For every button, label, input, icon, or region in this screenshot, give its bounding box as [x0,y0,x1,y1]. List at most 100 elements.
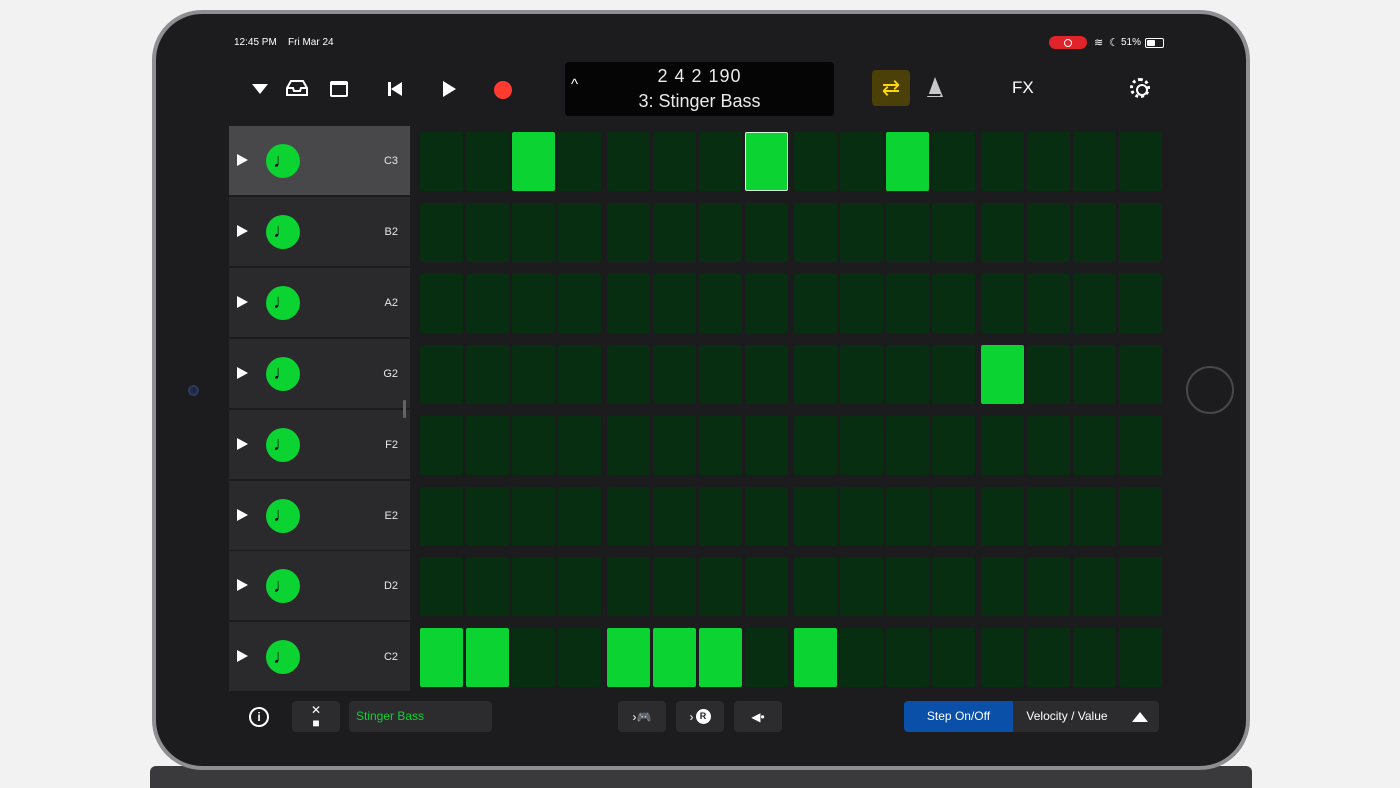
step-cell[interactable] [840,486,883,546]
step-cell[interactable] [653,415,696,475]
view-toggle-button[interactable] [329,80,349,98]
step-cell[interactable] [466,132,509,191]
fx-button[interactable]: FX [1012,78,1034,98]
step-cell[interactable] [794,628,837,688]
step-cell[interactable] [1073,202,1116,262]
step-cell[interactable] [886,628,929,688]
step-cell[interactable] [981,415,1024,475]
note-icon[interactable]: ♩ [266,569,300,604]
track-name-field[interactable]: Stinger Bass [349,701,492,732]
track-row[interactable]: ♩ E2 [229,480,410,551]
step-cell[interactable] [981,202,1024,262]
home-button[interactable] [1186,366,1234,414]
note-icon[interactable]: ♩ [266,640,300,675]
step-cell[interactable] [653,344,696,404]
note-icon[interactable]: ♩ [266,498,300,533]
step-cell[interactable] [840,202,883,262]
play-button[interactable] [441,80,457,98]
step-cell[interactable] [558,415,601,475]
step-cell[interactable] [745,202,788,262]
go-to-beginning-button[interactable] [386,80,404,98]
step-cell[interactable] [932,415,975,475]
step-cell[interactable] [886,415,929,475]
step-cell[interactable] [653,273,696,333]
step-cell[interactable] [1027,344,1070,404]
step-cell[interactable] [653,486,696,546]
step-cell[interactable] [1073,273,1116,333]
step-cell[interactable] [886,132,929,191]
step-cell[interactable] [794,273,837,333]
step-cell[interactable] [794,486,837,546]
step-cell[interactable] [794,344,837,404]
step-cell[interactable] [745,557,788,617]
step-cell[interactable] [607,557,650,617]
step-cell[interactable] [840,344,883,404]
step-cell[interactable] [932,557,975,617]
step-cell[interactable] [699,486,742,546]
step-cell[interactable] [840,415,883,475]
step-cell[interactable] [1119,628,1162,688]
step-cell[interactable] [886,202,929,262]
velocity-value-button[interactable]: Velocity / Value [1013,701,1121,732]
step-cell[interactable] [699,344,742,404]
step-cell[interactable] [745,486,788,546]
step-cell[interactable] [932,486,975,546]
step-cell[interactable] [558,344,601,404]
step-cell[interactable] [607,273,650,333]
play-icon[interactable] [237,295,248,308]
track-row[interactable]: ♩ C3 [229,126,410,196]
step-cell[interactable] [932,628,975,688]
step-cell[interactable] [699,415,742,475]
note-icon[interactable]: ♩ [266,214,300,249]
record-mode-button[interactable]: › R [676,701,724,732]
step-cell[interactable] [745,273,788,333]
step-cell[interactable] [794,557,837,617]
step-cell[interactable] [1119,132,1162,191]
step-cell[interactable] [1027,557,1070,617]
step-cell[interactable] [1027,628,1070,688]
step-cell[interactable] [653,557,696,617]
step-cell[interactable] [420,628,463,688]
delete-button[interactable]: ✕ ■ [292,701,340,732]
step-cell[interactable] [420,132,463,191]
step-cell[interactable] [1073,557,1116,617]
gear-icon[interactable] [1130,78,1150,98]
step-cell[interactable] [886,486,929,546]
step-cell[interactable] [1027,486,1070,546]
step-cell[interactable] [981,344,1024,404]
step-cell[interactable] [745,415,788,475]
step-cell[interactable] [558,628,601,688]
step-cell[interactable] [512,273,555,333]
step-cell[interactable] [607,344,650,404]
play-icon[interactable] [237,224,248,237]
expand-button[interactable] [1121,701,1159,732]
play-icon[interactable] [237,650,248,663]
browser-menu-button[interactable] [251,80,269,98]
step-cell[interactable] [466,628,509,688]
step-cell[interactable] [512,202,555,262]
screen-recording-indicator[interactable] [1049,36,1087,49]
step-cell[interactable] [745,344,788,404]
step-cell[interactable] [558,132,601,191]
play-icon[interactable] [237,154,248,166]
step-cell[interactable] [607,486,650,546]
step-cell[interactable] [1119,486,1162,546]
track-row[interactable]: ♩ C2 [229,622,410,693]
step-cell[interactable] [420,202,463,262]
step-cell[interactable] [1119,557,1162,617]
step-cell[interactable] [607,202,650,262]
lcd-display[interactable]: ^ 2 4 2 190 3: Stinger Bass [565,62,834,116]
step-cell[interactable] [794,415,837,475]
note-icon[interactable]: ♩ [266,427,300,462]
step-cell[interactable] [745,628,788,688]
step-cell[interactable] [699,557,742,617]
step-cell[interactable] [420,415,463,475]
play-icon[interactable] [237,437,248,450]
step-cell[interactable] [420,486,463,546]
step-cell[interactable] [558,557,601,617]
step-cell[interactable] [840,273,883,333]
record-button[interactable] [493,80,513,100]
step-cell[interactable] [981,273,1024,333]
step-cell[interactable] [1119,202,1162,262]
step-cell[interactable] [699,132,742,191]
